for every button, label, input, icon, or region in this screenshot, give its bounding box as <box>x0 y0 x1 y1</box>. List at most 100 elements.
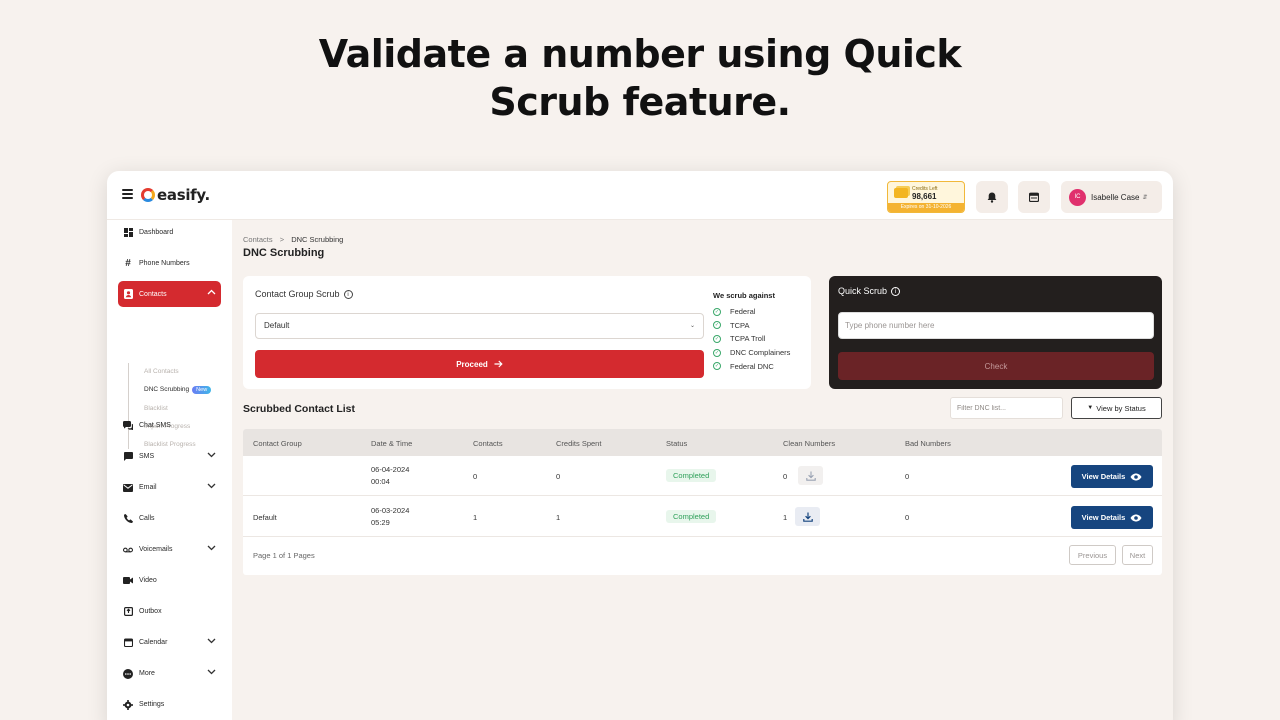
info-icon[interactable]: i <box>891 287 901 297</box>
headline-line-2: Scrub feature. <box>489 80 791 124</box>
sidebar-item-video[interactable]: Video <box>118 568 221 593</box>
scrub-against-list: We scrub against ✓ Federal ✓ TCPA ✓ TCPA Tr… <box>713 291 808 373</box>
chevron-down-icon <box>207 638 216 644</box>
info-icon[interactable]: i <box>343 290 353 300</box>
cell-bad-numbers: 0 <box>905 513 910 522</box>
download-icon <box>802 512 813 522</box>
scrub-against-item: ✓ TCPA Troll <box>713 332 808 346</box>
calendar-icon <box>123 638 133 648</box>
credits-badge[interactable]: Credits Left 98,661 Expires on 31-10-202… <box>887 181 965 213</box>
credits-value: 98,661 <box>912 192 937 201</box>
cell-time: 00:04 <box>371 477 390 486</box>
contacts-icon <box>123 289 133 299</box>
table-header: Contact Group Date & Time Contacts Credi… <box>243 429 1162 456</box>
chevron-down-icon <box>207 483 216 489</box>
download-button[interactable] <box>798 466 823 485</box>
notifications-button[interactable] <box>976 181 1008 213</box>
sidebar-item-more[interactable]: More <box>118 661 221 686</box>
view-details-label: View Details <box>1081 513 1126 522</box>
sidebar-subitem-dnc-scrubbing[interactable]: DNC Scrubbing New <box>144 386 212 394</box>
sidebar-item-label: Phone Numbers <box>139 260 190 267</box>
sidebar-item-calendar[interactable]: Calendar <box>118 630 221 655</box>
cell-contacts: 0 <box>473 472 478 481</box>
check-button[interactable]: Check <box>838 352 1154 380</box>
chevron-down-icon <box>207 452 216 458</box>
next-page-button[interactable]: Next <box>1122 545 1153 565</box>
scrub-against-item: ✓ Federal DNC <box>713 359 808 373</box>
sidebar-item-sms[interactable]: SMS <box>118 444 221 469</box>
sidebar-item-dashboard[interactable]: Dashboard <box>118 220 221 245</box>
filter-icon: ▼ <box>1087 405 1094 411</box>
sidebar-item-label: Dashboard <box>139 229 174 236</box>
quick-scrub-card: Quick Scrubi Check <box>829 276 1162 389</box>
proceed-button[interactable]: Proceed <box>255 350 704 378</box>
logo-text: easify. <box>157 186 210 204</box>
calendar-icon <box>1029 192 1039 202</box>
sidebar-subitem-label: DNC Scrubbing <box>144 386 190 393</box>
contact-group-select[interactable]: Default ⌄ <box>255 313 704 339</box>
scrubbed-contact-table: Contact Group Date & Time Contacts Credi… <box>243 429 1162 575</box>
scrub-against-item: ✓ Federal <box>713 305 808 319</box>
phone-icon <box>123 514 133 524</box>
logo-mark-icon <box>141 188 155 202</box>
chevron-up-icon <box>207 289 216 295</box>
user-name: Isabelle Case <box>1091 192 1140 202</box>
column-header: Credits Spent <box>556 439 602 448</box>
sidebar-item-phone-numbers[interactable]: # Phone Numbers <box>118 251 221 276</box>
proceed-label: Proceed <box>456 359 488 369</box>
sidebar-item-label: More <box>139 670 155 677</box>
check-circle-icon: ✓ <box>713 321 721 330</box>
arrow-right-icon <box>494 360 503 368</box>
view-by-status-button[interactable]: ▼ View by Status <box>1071 397 1162 419</box>
sidebar-item-label: Contacts <box>139 290 167 298</box>
scrub-against-item: ✓ TCPA <box>713 319 808 333</box>
download-button[interactable] <box>795 507 820 526</box>
breadcrumb-contacts[interactable]: Contacts <box>243 235 273 244</box>
cell-date: 06-03-2024 <box>371 506 410 515</box>
download-icon <box>805 471 816 481</box>
status-badge: Completed <box>666 469 717 482</box>
dashboard-icon <box>123 228 133 238</box>
sidebar-item-email[interactable]: Email <box>118 475 221 500</box>
sidebar-item-outbox[interactable]: Outbox <box>118 599 221 624</box>
new-badge: New <box>192 386 212 394</box>
column-header: Contact Group <box>253 439 302 448</box>
eye-icon <box>1130 473 1142 480</box>
sidebar-item-chat-sms[interactable]: Chat SMS <box>118 413 221 438</box>
sidebar-item-contacts[interactable]: Contacts <box>118 281 221 307</box>
scrub-against-label: Federal DNC <box>730 361 774 371</box>
check-circle-icon: ✓ <box>713 348 721 357</box>
view-details-button[interactable]: View Details <box>1071 465 1153 488</box>
sidebar-item-label: Settings <box>139 701 165 708</box>
table-row: Default 06-03-2024 05:29 1 1 Completed 1… <box>243 497 1162 537</box>
sidebar-subitem-all-contacts[interactable]: All Contacts <box>144 368 179 375</box>
phone-number-input[interactable] <box>838 312 1154 339</box>
scrub-against-label: Federal <box>730 307 756 317</box>
chevron-down-icon <box>207 669 216 675</box>
status-badge: Completed <box>666 510 717 523</box>
cell-clean-numbers: 0 <box>783 472 788 481</box>
scrub-against-label: TCPA Troll <box>730 334 766 344</box>
user-menu[interactable]: IC Isabelle Case ⇵ <box>1061 181 1162 213</box>
sidebar-item-voicemails[interactable]: Voicemails <box>118 537 221 562</box>
filter-dnc-input[interactable] <box>950 397 1063 419</box>
previous-page-button[interactable]: Previous <box>1069 545 1116 565</box>
cell-bad-numbers: 0 <box>905 472 910 481</box>
breadcrumb: Contacts > DNC Scrubbing <box>243 235 343 244</box>
scrub-against-title: We scrub against <box>713 291 775 300</box>
sidebar-subitem-blacklist[interactable]: Blacklist <box>144 405 168 412</box>
check-circle-icon: ✓ <box>713 334 721 343</box>
column-header: Bad Numbers <box>905 439 951 448</box>
calendar-button[interactable] <box>1018 181 1050 213</box>
sidebar-item-calls[interactable]: Calls <box>118 506 221 531</box>
page-title: DNC Scrubbing <box>243 247 325 259</box>
contact-group-scrub-card: Contact Group Scrub i Default ⌄ Proceed W… <box>243 276 811 389</box>
logo[interactable]: easify. <box>141 185 210 205</box>
video-icon <box>123 576 133 586</box>
sidebar-item-label: Calendar <box>139 639 168 646</box>
view-details-button[interactable]: View Details <box>1071 506 1153 529</box>
headline: Validate a number using Quick Scrub feat… <box>0 30 1280 126</box>
sidebar-item-label: Video <box>139 577 157 584</box>
sidebar-item-settings[interactable]: Settings <box>118 692 221 717</box>
hamburger-menu-icon[interactable] <box>122 189 133 199</box>
